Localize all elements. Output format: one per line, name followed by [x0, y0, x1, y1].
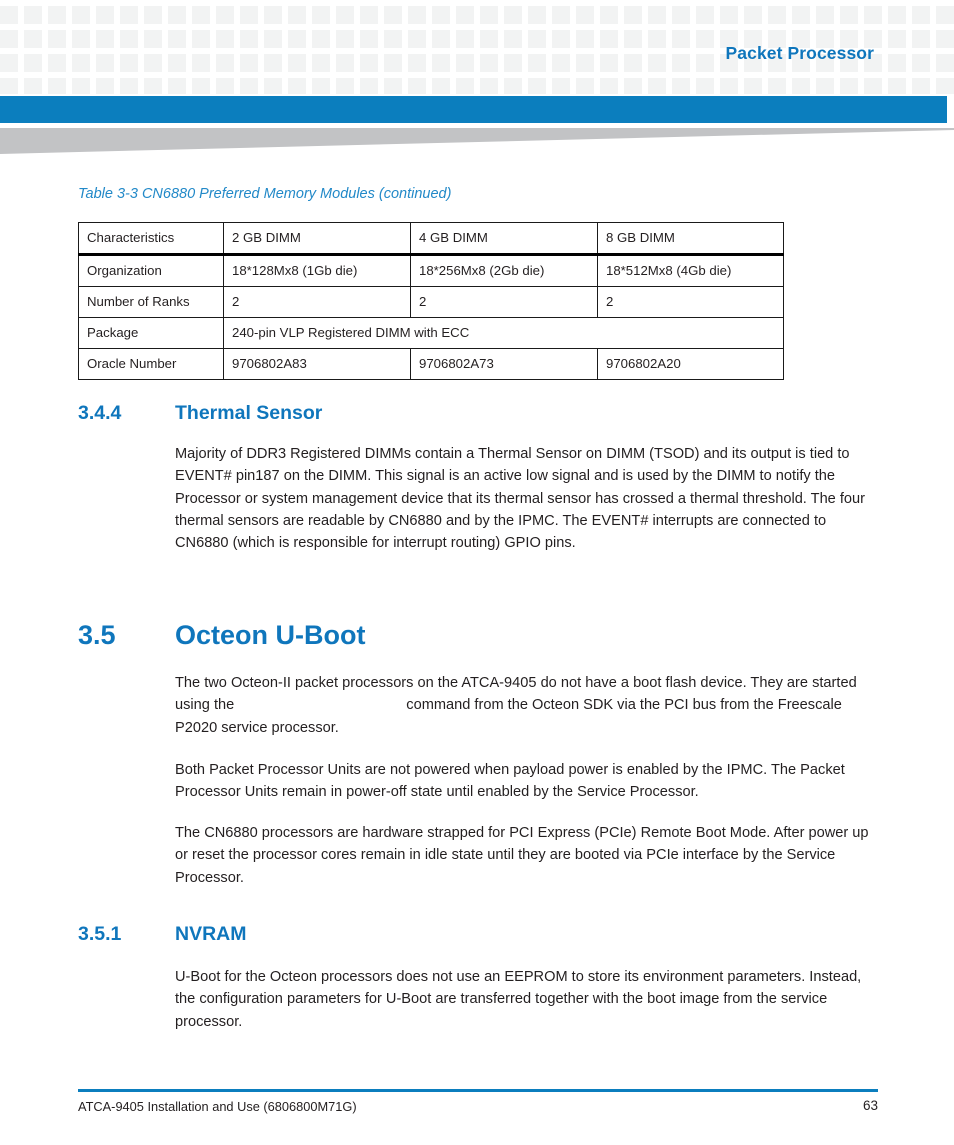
page-header: Packet Processor	[0, 0, 954, 160]
footer-page-number: 63	[862, 1098, 878, 1113]
table-header-cell-4gb: 4 GB DIMM	[410, 222, 598, 256]
heading-number: 3.4.4	[78, 402, 122, 424]
table-row: Organization 18*128Mx8 (1Gb die) 18*256M…	[78, 254, 784, 287]
table-cell-value: 2	[597, 286, 784, 318]
paragraph-text-after-command: command from the Octeon SDK via the PCI …	[175, 697, 842, 736]
table-header-cell-characteristics: Characteristics	[78, 222, 224, 256]
paragraph-thermal-sensor: Majority of DDR3 Registered DIMMs contai…	[175, 446, 866, 552]
table-row: Package 240-pin VLP Registered DIMM with…	[78, 317, 784, 349]
table-cell-value: 2	[410, 286, 598, 318]
paragraph-octeon-uboot-3: The CN6880 processors are hardware strap…	[175, 825, 869, 886]
heading-text: NVRAM	[175, 923, 247, 945]
paragraph-nvram: U-Boot for the Octeon processors does no…	[175, 969, 862, 1030]
memory-modules-table: Characteristics 2 GB DIMM 4 GB DIMM 8 GB…	[78, 222, 784, 380]
table-cell-value: 9706802A73	[410, 348, 598, 380]
table-row: Oracle Number 9706802A83 9706802A73 9706…	[78, 348, 784, 380]
table-cell-value-spanning: 240-pin VLP Registered DIMM with ECC	[223, 317, 784, 349]
heading-number: 3.5.1	[78, 923, 122, 945]
heading-number: 3.5	[78, 620, 116, 650]
header-blue-bar	[0, 96, 947, 123]
running-header-title: Packet Processor	[725, 43, 874, 63]
heading-text: Octeon U-Boot	[175, 620, 366, 650]
table-cell-label: Oracle Number	[78, 348, 224, 380]
table-cell-label: Package	[78, 317, 224, 349]
table-header-cell-2gb: 2 GB DIMM	[223, 222, 411, 256]
table-cell-value: 18*512Mx8 (4Gb die)	[597, 254, 784, 287]
table-cell-value: 18*256Mx8 (2Gb die)	[410, 254, 598, 287]
table-cell-label: Organization	[78, 254, 224, 287]
table-cell-label: Number of Ranks	[78, 286, 224, 318]
table-cell-value: 9706802A83	[223, 348, 411, 380]
paragraph-octeon-uboot-1: The two Octeon-II packet processors on t…	[175, 672, 875, 739]
table-header-cell-8gb: 8 GB DIMM	[597, 222, 784, 256]
footer-rule	[78, 1089, 878, 1092]
paragraph-octeon-uboot-2: Both Packet Processor Units are not powe…	[175, 762, 845, 801]
heading-text: Thermal Sensor	[175, 402, 323, 424]
header-gray-swoosh	[0, 128, 954, 154]
table-row: Number of Ranks 2 2 2	[78, 286, 784, 318]
table-cell-value: 18*128Mx8 (1Gb die)	[223, 254, 411, 287]
table-header-row: Characteristics 2 GB DIMM 4 GB DIMM 8 GB…	[78, 222, 784, 256]
table-cell-value: 2	[223, 286, 411, 318]
table-caption: Table 3-3 CN6880 Preferred Memory Module…	[78, 186, 452, 202]
table-cell-value: 9706802A20	[597, 348, 784, 380]
